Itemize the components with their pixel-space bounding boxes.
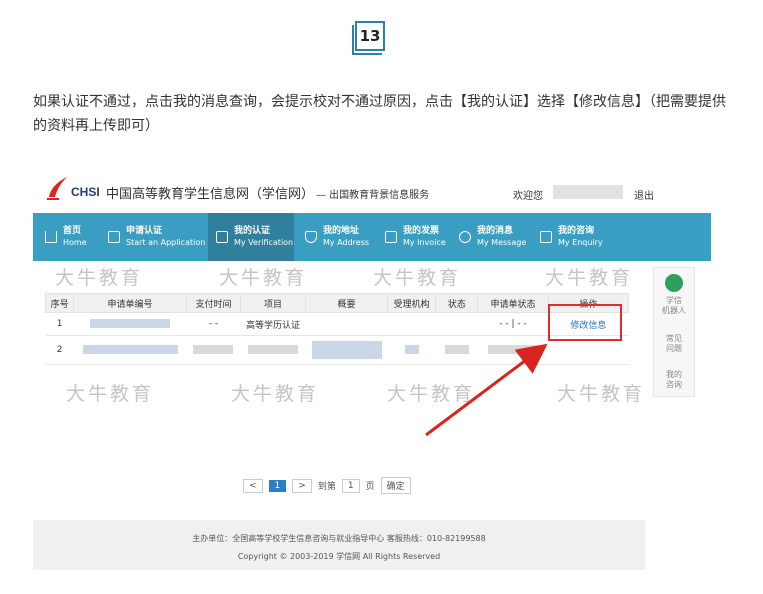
step-number-badge: 13 bbox=[352, 21, 387, 55]
site-footer: 主办单位：全国高等学校学生信息咨询与就业指导中心 客服热线：010-821995… bbox=[33, 520, 645, 570]
instruction-text: 如果认证不通过，点击我的消息查询，会提示校对不通过原因，点击【我的认证】选择【修… bbox=[33, 94, 726, 134]
embedded-screenshot: CHSI 中国高等教育学生信息网（学信网） — 出国教育背景信息服务 欢迎您 退… bbox=[33, 167, 711, 570]
red-arrow-icon bbox=[425, 343, 548, 437]
footer-copyright: Copyright © 2003-2019 学信网 All Rights Res… bbox=[237, 552, 441, 561]
step-number: 13 bbox=[359, 27, 381, 45]
footer-sponsor: 主办单位：全国高等学校学生信息咨询与就业指导中心 客服热线：010-821995… bbox=[192, 534, 486, 543]
